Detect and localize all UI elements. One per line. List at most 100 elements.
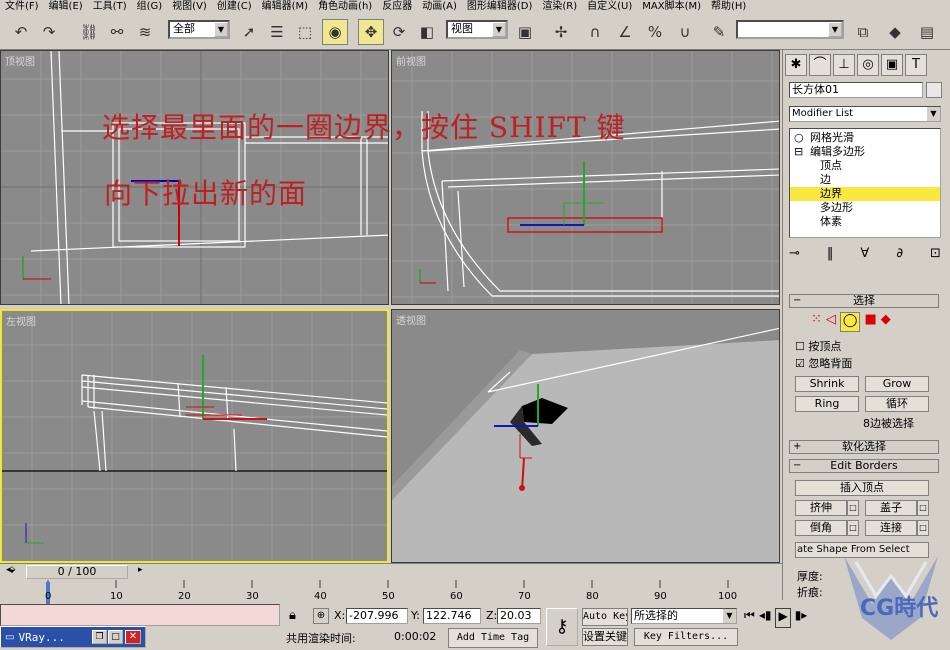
motion-tab-icon[interactable]: ◎	[857, 54, 879, 76]
menu-modifiers[interactable]: 编辑器(M)	[262, 0, 308, 14]
grow-button[interactable]: Grow	[865, 376, 929, 392]
rectangular-selection-icon[interactable]: ⬚	[292, 19, 318, 45]
utilities-tab-icon[interactable]: T	[905, 54, 927, 76]
chamfer-button[interactable]: 倒角	[795, 520, 847, 536]
pin-stack-icon[interactable]: ⊸	[789, 246, 800, 268]
time-slider[interactable]: ⬙ 0 / 100 ◂ ▸	[0, 563, 782, 580]
viewport-front[interactable]: 前视图	[391, 50, 780, 305]
window-crossing-icon[interactable]: ◉	[322, 19, 348, 45]
ignore-backface-checkbox[interactable]: ☑ 忽略背面	[795, 355, 852, 371]
z-coordinate-field[interactable]: 20.03	[497, 608, 541, 624]
edge-mode-icon[interactable]: ◁	[826, 312, 836, 332]
menu-group[interactable]: 组(G)	[137, 0, 163, 14]
stack-item-edit-poly[interactable]: ⊟ 编辑多边形	[790, 145, 940, 159]
select-manipulate-icon[interactable]: ✢	[548, 19, 574, 45]
viewport-label[interactable]: 透视图	[396, 312, 426, 327]
auto-key-button[interactable]: Auto Key	[582, 608, 628, 626]
selection-filter-dropdown[interactable]: 全部 ▼	[168, 20, 230, 39]
object-name-field[interactable]: 长方体01	[789, 82, 923, 98]
shrink-button[interactable]: Shrink	[795, 376, 859, 392]
configure-sets-icon[interactable]: ⊡	[930, 246, 941, 268]
create-tab-icon[interactable]: ✱	[785, 54, 807, 76]
element-mode-icon[interactable]: ◆	[881, 312, 891, 332]
rollout-selection-header[interactable]: − 选择	[789, 294, 939, 308]
track-view-icon[interactable]: ⬙	[2, 565, 22, 579]
undo-icon[interactable]: ↶	[8, 19, 34, 45]
restore-icon[interactable]: ❐	[92, 630, 107, 644]
extrude-settings-icon[interactable]: □	[847, 500, 859, 516]
hierarchy-tab-icon[interactable]: ⊥	[833, 54, 855, 76]
align-icon[interactable]: ◆	[882, 19, 908, 45]
menu-create[interactable]: 创建(C)	[217, 0, 252, 14]
rotate-icon[interactable]: ⟳	[386, 19, 412, 45]
y-coordinate-field[interactable]: 122.746	[423, 608, 481, 624]
display-tab-icon[interactable]: ▣	[881, 54, 903, 76]
insert-vertex-button[interactable]: 插入顶点	[795, 480, 929, 496]
set-key-button[interactable]: 设置关键	[582, 628, 628, 646]
menu-view[interactable]: 视图(V)	[172, 0, 207, 14]
slider-left-arrow-icon[interactable]: ◂	[6, 565, 11, 575]
polygon-mode-icon[interactable]: ■	[864, 312, 876, 332]
frame-slider-thumb[interactable]: 0 / 100	[26, 565, 128, 579]
spinner-snap-icon[interactable]: ∪	[672, 19, 698, 45]
cap-settings-icon[interactable]: □	[917, 500, 929, 516]
menu-customize[interactable]: 自定义(U)	[587, 0, 632, 14]
maxscript-listener[interactable]	[0, 604, 280, 626]
select-by-name-icon[interactable]: ☰	[264, 19, 290, 45]
menu-graph-editors[interactable]: 图形编辑器(D)	[467, 0, 533, 14]
modifier-list-dropdown[interactable]: Modifier List ▼	[789, 106, 941, 122]
play-icon[interactable]: ▶	[775, 608, 791, 628]
maximize-icon[interactable]: □	[108, 630, 123, 644]
menu-rendering[interactable]: 渲染(R)	[542, 0, 577, 14]
viewport-label[interactable]: 前视图	[396, 53, 426, 68]
remove-modifier-icon[interactable]: ∂	[896, 246, 903, 268]
stack-item-vertex[interactable]: 顶点	[790, 159, 940, 173]
timeline-ruler[interactable]: 0 10 20 30 40 50 60 70 80 90 100	[0, 580, 782, 604]
unlink-icon[interactable]: ⚯	[104, 19, 130, 45]
reference-coord-dropdown[interactable]: 视图 ▼	[446, 20, 508, 39]
stack-item-meshsmooth[interactable]: ○ 网格光滑	[790, 131, 940, 145]
close-icon[interactable]: ✕	[125, 630, 141, 644]
menu-file[interactable]: 文件(F)	[5, 0, 39, 14]
stack-item-border[interactable]: 边界	[790, 187, 940, 201]
loop-button[interactable]: 循环	[865, 396, 929, 412]
menu-maxscript[interactable]: MAX脚本(M)	[642, 0, 701, 14]
pivot-center-icon[interactable]: ▣	[512, 19, 538, 45]
named-selection-icon[interactable]: ✎	[706, 19, 732, 45]
mirror-icon[interactable]: ⧉	[850, 19, 876, 45]
previous-frame-icon[interactable]: ◂▮	[759, 608, 772, 628]
menu-character[interactable]: 角色动画(h)	[318, 0, 372, 14]
menu-edit[interactable]: 编辑(E)	[49, 0, 83, 14]
key-set-dropdown[interactable]: 所选择的 ▼	[631, 608, 737, 624]
taskbar-vray-window[interactable]: ▭ VRay... ❐ □ ✕	[0, 626, 146, 648]
next-frame-icon[interactable]: ▮▸	[795, 608, 808, 628]
angle-snap-icon[interactable]: ∠	[612, 19, 638, 45]
percent-snap-icon[interactable]: %	[642, 19, 668, 45]
stack-item-edge[interactable]: 边	[790, 173, 940, 187]
viewport-perspective[interactable]: 透视图	[391, 309, 780, 563]
add-time-tag-button[interactable]: Add Time Tag	[448, 628, 538, 648]
viewport-left[interactable]: 左视图	[0, 309, 389, 563]
named-selection-sets-dropdown[interactable]: ▼	[736, 20, 844, 39]
key-mode-icon[interactable]: ⚷	[546, 608, 578, 646]
menu-tools[interactable]: 工具(T)	[93, 0, 127, 14]
bind-space-warp-icon[interactable]: ≋	[132, 19, 158, 45]
absolute-mode-icon[interactable]: ⊕	[313, 608, 329, 624]
redo-icon[interactable]: ↷	[36, 19, 62, 45]
border-mode-icon[interactable]: ◯	[839, 312, 861, 332]
viewport-label[interactable]: 左视图	[6, 313, 36, 328]
menu-help[interactable]: 帮助(H)	[711, 0, 746, 14]
ring-button[interactable]: Ring	[795, 396, 859, 412]
connect-settings-icon[interactable]: □	[917, 520, 929, 536]
menu-animation[interactable]: 动画(A)	[422, 0, 457, 14]
extrude-button[interactable]: 挤伸	[795, 500, 847, 516]
make-unique-icon[interactable]: ∀	[860, 246, 869, 268]
key-filters-button[interactable]: Key Filters...	[634, 628, 738, 646]
chamfer-settings-icon[interactable]: □	[847, 520, 859, 536]
layer-manager-icon[interactable]: ▤	[914, 19, 940, 45]
show-end-result-icon[interactable]: ‖	[827, 246, 834, 268]
modify-tab-icon[interactable]: ⌒	[809, 54, 831, 76]
stack-item-polygon[interactable]: 多边形	[790, 201, 940, 215]
connect-button[interactable]: 连接	[865, 520, 917, 536]
menu-reactor[interactable]: 反应器	[382, 0, 412, 14]
